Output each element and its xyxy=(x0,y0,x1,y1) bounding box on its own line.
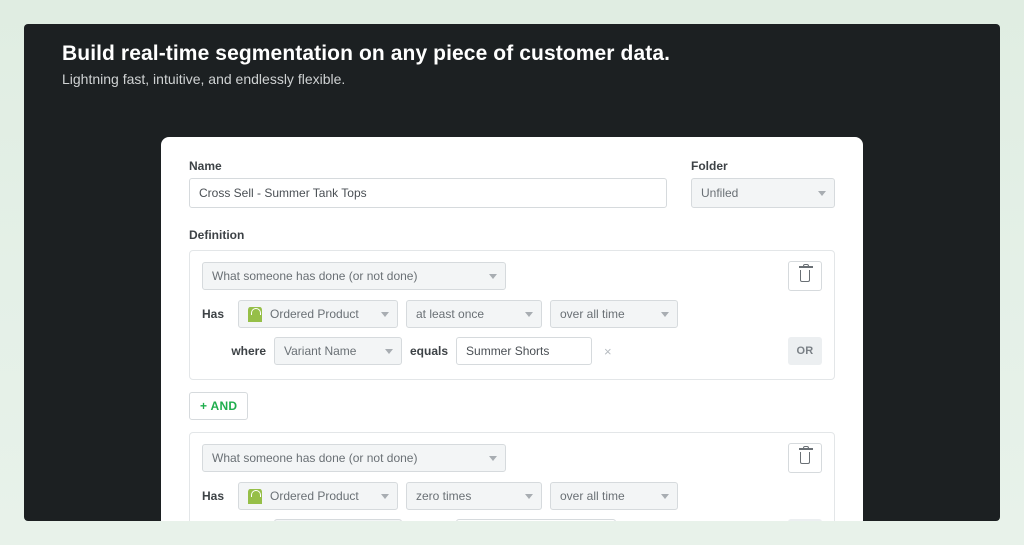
frequency-value: at least once xyxy=(416,307,484,321)
chevron-down-icon xyxy=(525,494,533,499)
metric-value: Ordered Product xyxy=(270,489,359,503)
property-value: Variant Name xyxy=(284,344,356,358)
metric-select[interactable]: Ordered Product xyxy=(238,482,398,510)
chevron-down-icon xyxy=(818,191,826,196)
segment-name-input[interactable] xyxy=(189,178,667,208)
condition-block: What someone has done (or not done) Has … xyxy=(189,432,835,521)
condition-block: What someone has done (or not done) Has … xyxy=(189,250,835,380)
chevron-down-icon xyxy=(381,494,389,499)
property-select[interactable]: Variant Name xyxy=(274,519,402,521)
chevron-down-icon xyxy=(489,456,497,461)
chevron-down-icon xyxy=(525,312,533,317)
shopify-bag-icon xyxy=(248,489,262,504)
frequency-select[interactable]: at least once xyxy=(406,300,542,328)
property-value-input[interactable] xyxy=(456,337,592,365)
chevron-down-icon xyxy=(385,349,393,354)
timespan-select[interactable]: over all time xyxy=(550,482,678,510)
metric-select[interactable]: Ordered Product xyxy=(238,300,398,328)
definition-label: Definition xyxy=(189,228,835,242)
operator-label: equals xyxy=(410,344,448,358)
has-keyword: Has xyxy=(202,307,230,321)
hero-title: Build real-time segmentation on any piec… xyxy=(62,42,962,66)
delete-condition-button[interactable] xyxy=(788,443,822,473)
delete-condition-button[interactable] xyxy=(788,261,822,291)
folder-select[interactable]: Unfiled xyxy=(691,178,835,208)
property-value-input[interactable] xyxy=(456,519,616,521)
condition-type-value: What someone has done (or not done) xyxy=(212,269,417,283)
feature-panel: Build real-time segmentation on any piec… xyxy=(24,24,1000,521)
condition-type-select[interactable]: What someone has done (or not done) xyxy=(202,444,506,472)
chevron-down-icon xyxy=(661,312,669,317)
chevron-down-icon xyxy=(661,494,669,499)
chevron-down-icon xyxy=(381,312,389,317)
or-button[interactable]: OR xyxy=(788,519,822,521)
segment-builder-panel: Name Folder Unfiled Definition What some… xyxy=(161,137,863,521)
folder-label: Folder xyxy=(691,159,835,173)
hero-subtitle: Lightning fast, intuitive, and endlessly… xyxy=(62,71,962,87)
timespan-select[interactable]: over all time xyxy=(550,300,678,328)
folder-select-value: Unfiled xyxy=(701,186,738,200)
trash-icon xyxy=(800,452,810,464)
name-label: Name xyxy=(189,159,667,173)
add-and-button[interactable]: + AND xyxy=(189,392,248,420)
shopify-bag-icon xyxy=(248,307,262,322)
where-keyword: where xyxy=(218,344,266,358)
clear-filter-button[interactable]: × xyxy=(600,344,616,359)
property-select[interactable]: Variant Name xyxy=(274,337,402,365)
timespan-value: over all time xyxy=(560,489,625,503)
frequency-value: zero times xyxy=(416,489,471,503)
condition-type-value: What someone has done (or not done) xyxy=(212,451,417,465)
trash-icon xyxy=(800,270,810,282)
chevron-down-icon xyxy=(489,274,497,279)
timespan-value: over all time xyxy=(560,307,625,321)
condition-type-select[interactable]: What someone has done (or not done) xyxy=(202,262,506,290)
metric-value: Ordered Product xyxy=(270,307,359,321)
frequency-select[interactable]: zero times xyxy=(406,482,542,510)
has-keyword: Has xyxy=(202,489,230,503)
or-button[interactable]: OR xyxy=(788,337,822,365)
